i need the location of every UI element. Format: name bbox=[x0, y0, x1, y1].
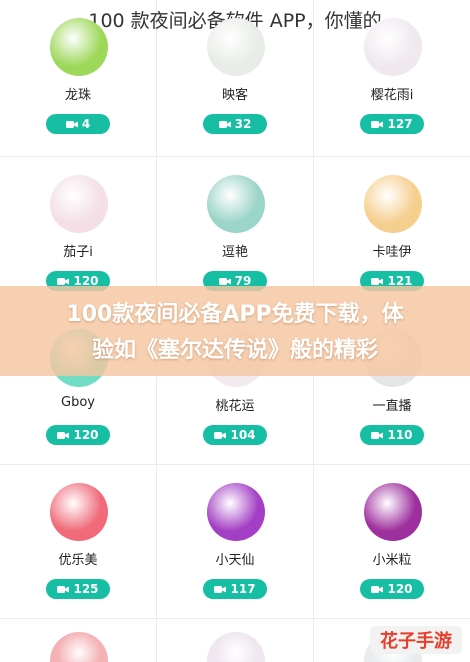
app-name: 优乐美 bbox=[58, 553, 98, 568]
viewer-count-badge: 127 bbox=[360, 114, 424, 134]
app-avatar bbox=[207, 483, 265, 541]
app-avatar bbox=[364, 175, 422, 233]
viewer-count-badge: 120 bbox=[46, 425, 110, 445]
viewer-count: 120 bbox=[73, 428, 99, 442]
app-card[interactable]: 小米粒 120 bbox=[314, 465, 470, 621]
video-camera-icon bbox=[57, 431, 70, 439]
viewer-count: 127 bbox=[387, 117, 413, 131]
app-name: Gboy bbox=[61, 395, 95, 410]
video-camera-icon bbox=[57, 277, 70, 285]
viewer-count: 104 bbox=[230, 428, 256, 442]
viewer-count-badge: 110 bbox=[360, 425, 424, 445]
app-avatar bbox=[207, 18, 265, 76]
app-name: 龙珠 bbox=[64, 88, 91, 103]
app-name: 小米粒 bbox=[372, 553, 412, 568]
viewer-count: 4 bbox=[81, 117, 91, 131]
video-camera-icon bbox=[218, 120, 231, 128]
watermark-text: 花子手游 bbox=[380, 631, 452, 652]
app-name: 逗艳 bbox=[221, 245, 248, 260]
app-name: 一直播 bbox=[372, 399, 412, 414]
app-avatar bbox=[364, 18, 422, 76]
app-avatar bbox=[50, 175, 108, 233]
video-camera-icon bbox=[214, 585, 227, 593]
banner-line-1: 100款夜间必备APP免费下载，体 bbox=[66, 302, 404, 327]
viewer-count-badge: 104 bbox=[203, 425, 267, 445]
app-avatar bbox=[207, 175, 265, 233]
video-camera-icon bbox=[371, 120, 384, 128]
viewer-count: 32 bbox=[234, 117, 252, 131]
promo-banner[interactable]: 100款夜间必备APP免费下载，体 验如《塞尔达传说》般的精彩 bbox=[0, 286, 470, 376]
video-camera-icon bbox=[57, 585, 70, 593]
app-name: 卡哇伊 bbox=[372, 245, 412, 260]
viewer-count-badge: 4 bbox=[46, 114, 110, 134]
viewer-count-badge: 117 bbox=[203, 579, 267, 599]
app-avatar bbox=[50, 483, 108, 541]
app-avatar bbox=[50, 18, 108, 76]
viewer-count: 125 bbox=[73, 582, 99, 596]
app-name: 桃花运 bbox=[215, 399, 255, 414]
video-camera-icon bbox=[371, 277, 384, 285]
viewer-count: 117 bbox=[230, 582, 256, 596]
app-card[interactable]: 樱花雨i 127 bbox=[314, 0, 470, 156]
video-camera-icon bbox=[214, 431, 227, 439]
app-name: 映客 bbox=[221, 88, 248, 103]
app-card[interactable]: 小天仙 117 bbox=[157, 465, 313, 621]
video-camera-icon bbox=[371, 585, 384, 593]
viewer-count-badge: 120 bbox=[360, 579, 424, 599]
app-card[interactable]: 优乐美 125 bbox=[0, 465, 156, 621]
app-avatar bbox=[364, 483, 422, 541]
video-camera-icon bbox=[65, 120, 78, 128]
viewer-count-badge: 32 bbox=[203, 114, 267, 134]
app-card[interactable]: 映客 32 bbox=[157, 0, 313, 156]
app-card[interactable]: 龙珠 4 bbox=[0, 0, 156, 156]
app-name: 茄子i bbox=[63, 245, 93, 260]
banner-line-2: 验如《塞尔达传说》般的精彩 bbox=[91, 338, 378, 363]
viewer-count-badge: 125 bbox=[46, 579, 110, 599]
watermark-logo: 花子手游 bbox=[370, 626, 462, 654]
app-name: 樱花雨i bbox=[370, 88, 414, 103]
video-camera-icon bbox=[371, 431, 384, 439]
viewer-count: 120 bbox=[387, 582, 413, 596]
app-name: 小天仙 bbox=[215, 553, 255, 568]
video-camera-icon bbox=[218, 277, 231, 285]
viewer-count: 110 bbox=[387, 428, 413, 442]
